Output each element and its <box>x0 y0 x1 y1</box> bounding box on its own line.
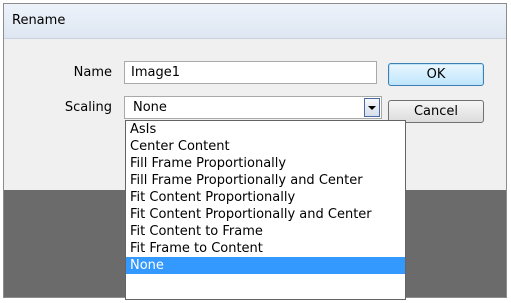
ok-button[interactable]: OK <box>388 63 484 86</box>
screen: Rename Name Scaling None OK Cancel AsIs … <box>0 0 511 303</box>
dialog-title: Rename <box>12 13 66 28</box>
dropdown-option-fit-frame-to-content[interactable]: Fit Frame to Content <box>126 240 405 257</box>
dropdown-option-fit-content-proportionally-center[interactable]: Fit Content Proportionally and Center <box>126 206 405 223</box>
name-label: Name <box>73 65 112 80</box>
scaling-dropdown-list: AsIs Center Content Fill Frame Proportio… <box>125 120 406 300</box>
dropdown-option-fill-frame-proportionally[interactable]: Fill Frame Proportionally <box>126 155 405 172</box>
dropdown-option-none[interactable]: None <box>126 257 405 274</box>
title-bar: Rename <box>4 4 506 39</box>
scaling-select[interactable]: None <box>124 96 382 119</box>
dropdown-option-fit-content-to-frame[interactable]: Fit Content to Frame <box>126 223 405 240</box>
scaling-selected-value: None <box>133 100 167 115</box>
dropdown-option-fill-frame-proportionally-center[interactable]: Fill Frame Proportionally and Center <box>126 172 405 189</box>
dropdown-option-fit-content-proportionally[interactable]: Fit Content Proportionally <box>126 189 405 206</box>
name-input[interactable] <box>124 61 377 84</box>
scaling-label: Scaling <box>64 100 112 115</box>
chevron-down-icon[interactable] <box>364 98 380 117</box>
dropdown-option-center-content[interactable]: Center Content <box>126 138 405 155</box>
dropdown-option-asis[interactable]: AsIs <box>126 121 405 138</box>
